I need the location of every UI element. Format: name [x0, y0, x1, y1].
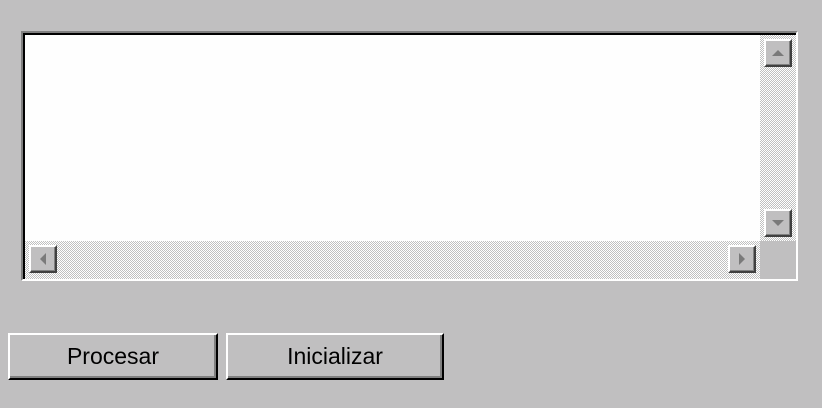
arrow-down-icon	[772, 220, 784, 226]
scrollbar-corner	[760, 241, 796, 279]
procesar-button[interactable]: Procesar	[8, 333, 218, 380]
horizontal-scrollbar[interactable]	[25, 241, 760, 279]
main-window: Procesar Inicializar	[0, 0, 822, 408]
inicializar-button[interactable]: Inicializar	[226, 333, 444, 380]
scroll-up-button[interactable]	[764, 39, 792, 67]
vertical-scrollbar[interactable]	[760, 35, 796, 241]
text-area[interactable]	[25, 35, 760, 241]
scroll-right-button[interactable]	[728, 245, 756, 273]
arrow-left-icon	[40, 253, 46, 265]
text-area-container	[23, 33, 796, 279]
arrow-up-icon	[772, 50, 784, 56]
text-area-frame	[21, 31, 798, 281]
arrow-right-icon	[739, 253, 745, 265]
scroll-down-button[interactable]	[764, 209, 792, 237]
scroll-left-button[interactable]	[29, 245, 57, 273]
